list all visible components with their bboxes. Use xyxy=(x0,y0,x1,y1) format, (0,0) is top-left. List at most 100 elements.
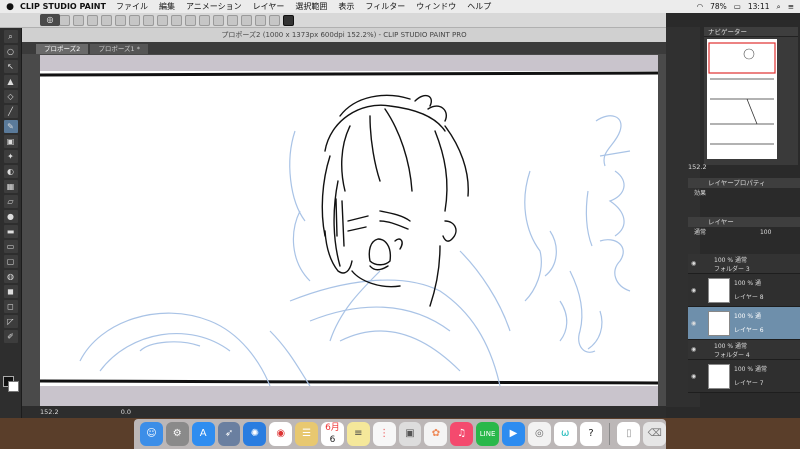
angle-value[interactable]: 0.0 xyxy=(121,408,131,416)
finder-icon[interactable]: ☺ xyxy=(140,422,163,446)
visibility-eye-icon[interactable]: ◉ xyxy=(691,340,701,359)
layer-folder-3[interactable]: ◉ 100 % 通常 フォルダー 3 xyxy=(688,254,800,274)
clip-studio-icon[interactable]: ◎ xyxy=(527,422,551,446)
launchpad-icon[interactable]: ➶ xyxy=(217,422,241,446)
layer-property-title[interactable]: レイヤープロパティ xyxy=(688,178,800,188)
grid-icon[interactable] xyxy=(185,14,196,26)
select-icon[interactable] xyxy=(227,14,238,26)
word-app-icon[interactable]: ω xyxy=(553,422,577,446)
opacity-value[interactable]: 100 xyxy=(760,229,771,236)
menu-file[interactable]: ファイル xyxy=(116,1,148,12)
ruler-icon[interactable] xyxy=(171,14,182,26)
copy-icon[interactable] xyxy=(255,14,266,26)
calendar-icon[interactable]: 6月 6 xyxy=(321,422,344,446)
fill-icon[interactable] xyxy=(199,14,210,26)
correct-line-tool-icon[interactable]: ✐ xyxy=(3,330,18,343)
operation-tool-icon[interactable]: ▲ xyxy=(3,75,18,88)
manga-panel[interactable] xyxy=(40,71,658,387)
clear-icon[interactable] xyxy=(129,14,140,26)
menu-view[interactable]: 表示 xyxy=(338,1,354,12)
battery-text[interactable]: 78% xyxy=(710,2,727,11)
gradient-tool-icon[interactable]: ▭ xyxy=(3,240,18,253)
music-icon[interactable]: ♫ xyxy=(450,422,474,446)
layer-6[interactable]: ◉ 100 % 通 レイヤー 6 xyxy=(688,307,800,340)
blend-mode-value[interactable]: 通常 xyxy=(694,229,706,236)
invert-icon[interactable] xyxy=(241,14,252,26)
fill-tool-icon[interactable]: ▬ xyxy=(3,225,18,238)
open-icon[interactable] xyxy=(73,14,84,26)
visibility-eye-icon[interactable]: ◉ xyxy=(691,307,701,339)
clip-studio-logo-icon[interactable]: ◎ xyxy=(40,14,60,26)
menu-edit[interactable]: 編集 xyxy=(159,1,175,12)
chrome-icon[interactable]: ◉ xyxy=(269,422,293,446)
layer-8[interactable]: ◉ 100 % 通 レイヤー 8 xyxy=(688,274,800,307)
menu-filter[interactable]: フィルター xyxy=(365,1,405,12)
system-preferences-icon[interactable]: ⚙ xyxy=(165,422,189,446)
selection-tool-icon[interactable]: ◇ xyxy=(3,90,18,103)
navigator-title[interactable]: ナビゲーター xyxy=(704,27,798,37)
wifi-icon[interactable]: ◠ xyxy=(697,2,704,11)
undo-icon[interactable] xyxy=(101,14,112,26)
figure-tool-icon[interactable]: ▢ xyxy=(3,255,18,268)
trash-icon[interactable]: ⌫ xyxy=(643,422,667,446)
visibility-eye-icon[interactable]: ◉ xyxy=(691,274,701,306)
document-icon[interactable]: ▯ xyxy=(617,422,641,446)
zoom-tool-icon[interactable]: ⌕ xyxy=(3,30,18,43)
balloon-tool-icon[interactable]: ◻ xyxy=(3,300,18,313)
sub-color-swatch[interactable] xyxy=(8,381,19,392)
eyedropper-tool-icon[interactable]: ╱ xyxy=(3,105,18,118)
search-icon[interactable]: ⌕ xyxy=(777,2,781,12)
move-tool-icon[interactable]: ↖ xyxy=(3,60,18,73)
app-menu[interactable]: CLIP STUDIO PAINT xyxy=(20,2,106,11)
menu-animation[interactable]: アニメーション xyxy=(186,1,242,12)
line-icon[interactable]: LINE xyxy=(476,422,500,446)
reminders-icon[interactable]: ⋮ xyxy=(372,422,396,446)
menu-layer[interactable]: レイヤー xyxy=(253,1,285,12)
tab-propose-2[interactable]: プロポーズ2 xyxy=(36,44,89,54)
clock[interactable]: 13:11 xyxy=(748,2,770,11)
brush-tool-icon[interactable]: ✦ xyxy=(3,150,18,163)
visibility-eye-icon[interactable]: ◉ xyxy=(691,254,701,273)
battery-icon[interactable]: ▭ xyxy=(734,2,741,11)
text-tool-icon[interactable]: ◼ xyxy=(3,285,18,298)
canvas-area[interactable] xyxy=(40,55,658,406)
menu-window[interactable]: ウィンドウ xyxy=(416,1,456,12)
apple-icon[interactable]: ● xyxy=(0,2,20,12)
safari-icon[interactable]: ✺ xyxy=(243,422,267,446)
frame-tool-icon[interactable]: ◍ xyxy=(3,270,18,283)
photos-icon[interactable]: ✿ xyxy=(424,422,448,446)
navigator-preview[interactable] xyxy=(707,39,777,159)
contacts-icon[interactable]: ☰ xyxy=(295,422,319,446)
zoom-icon[interactable]: ▶ xyxy=(502,422,525,446)
app-store-icon[interactable]: A xyxy=(191,422,215,446)
menu-selection[interactable]: 選択範囲 xyxy=(295,1,327,12)
airbrush-tool-icon[interactable]: ◐ xyxy=(3,165,18,178)
menu-list-icon[interactable]: ≡ xyxy=(788,2,794,11)
redo-icon[interactable] xyxy=(115,14,126,26)
help-icon[interactable] xyxy=(283,14,294,26)
decoration-tool-icon[interactable]: ▦ xyxy=(3,180,18,193)
blend-tool-icon[interactable]: ● xyxy=(3,210,18,223)
navigator-zoom[interactable]: 152.2 xyxy=(688,163,707,171)
pencil-tool-icon[interactable]: ▣ xyxy=(3,135,18,148)
layer-folder-4[interactable]: ◉ 100 % 通常 フォルダー 4 xyxy=(688,340,800,360)
layer-panel-title[interactable]: レイヤー xyxy=(688,217,800,227)
layer-7[interactable]: ◉ 100 % 通常 レイヤー 7 xyxy=(688,360,800,393)
notes-icon[interactable]: ≡ xyxy=(346,422,370,446)
menu-help[interactable]: ヘルプ xyxy=(467,1,491,12)
new-icon[interactable] xyxy=(59,14,70,26)
ruler-tool-icon[interactable]: ◸ xyxy=(3,315,18,328)
clip-studio-paint-icon[interactable]: ? xyxy=(579,422,603,446)
preview-icon[interactable]: ▣ xyxy=(398,422,422,446)
pen-tool-icon[interactable]: ✎ xyxy=(3,120,18,133)
eraser-tool-icon[interactable]: ▱ xyxy=(3,195,18,208)
save-icon[interactable] xyxy=(87,14,98,26)
tab-propose-1[interactable]: プロポーズ1 * xyxy=(90,44,148,54)
visibility-eye-icon[interactable]: ◉ xyxy=(691,360,701,392)
snap-icon[interactable] xyxy=(157,14,168,26)
blend-mode-select[interactable]: 通常 100 xyxy=(688,227,800,238)
crop-icon[interactable] xyxy=(213,14,224,26)
transform-icon[interactable] xyxy=(143,14,154,26)
hand-tool-icon[interactable]: ○ xyxy=(3,45,18,58)
paste-icon[interactable] xyxy=(269,14,280,26)
